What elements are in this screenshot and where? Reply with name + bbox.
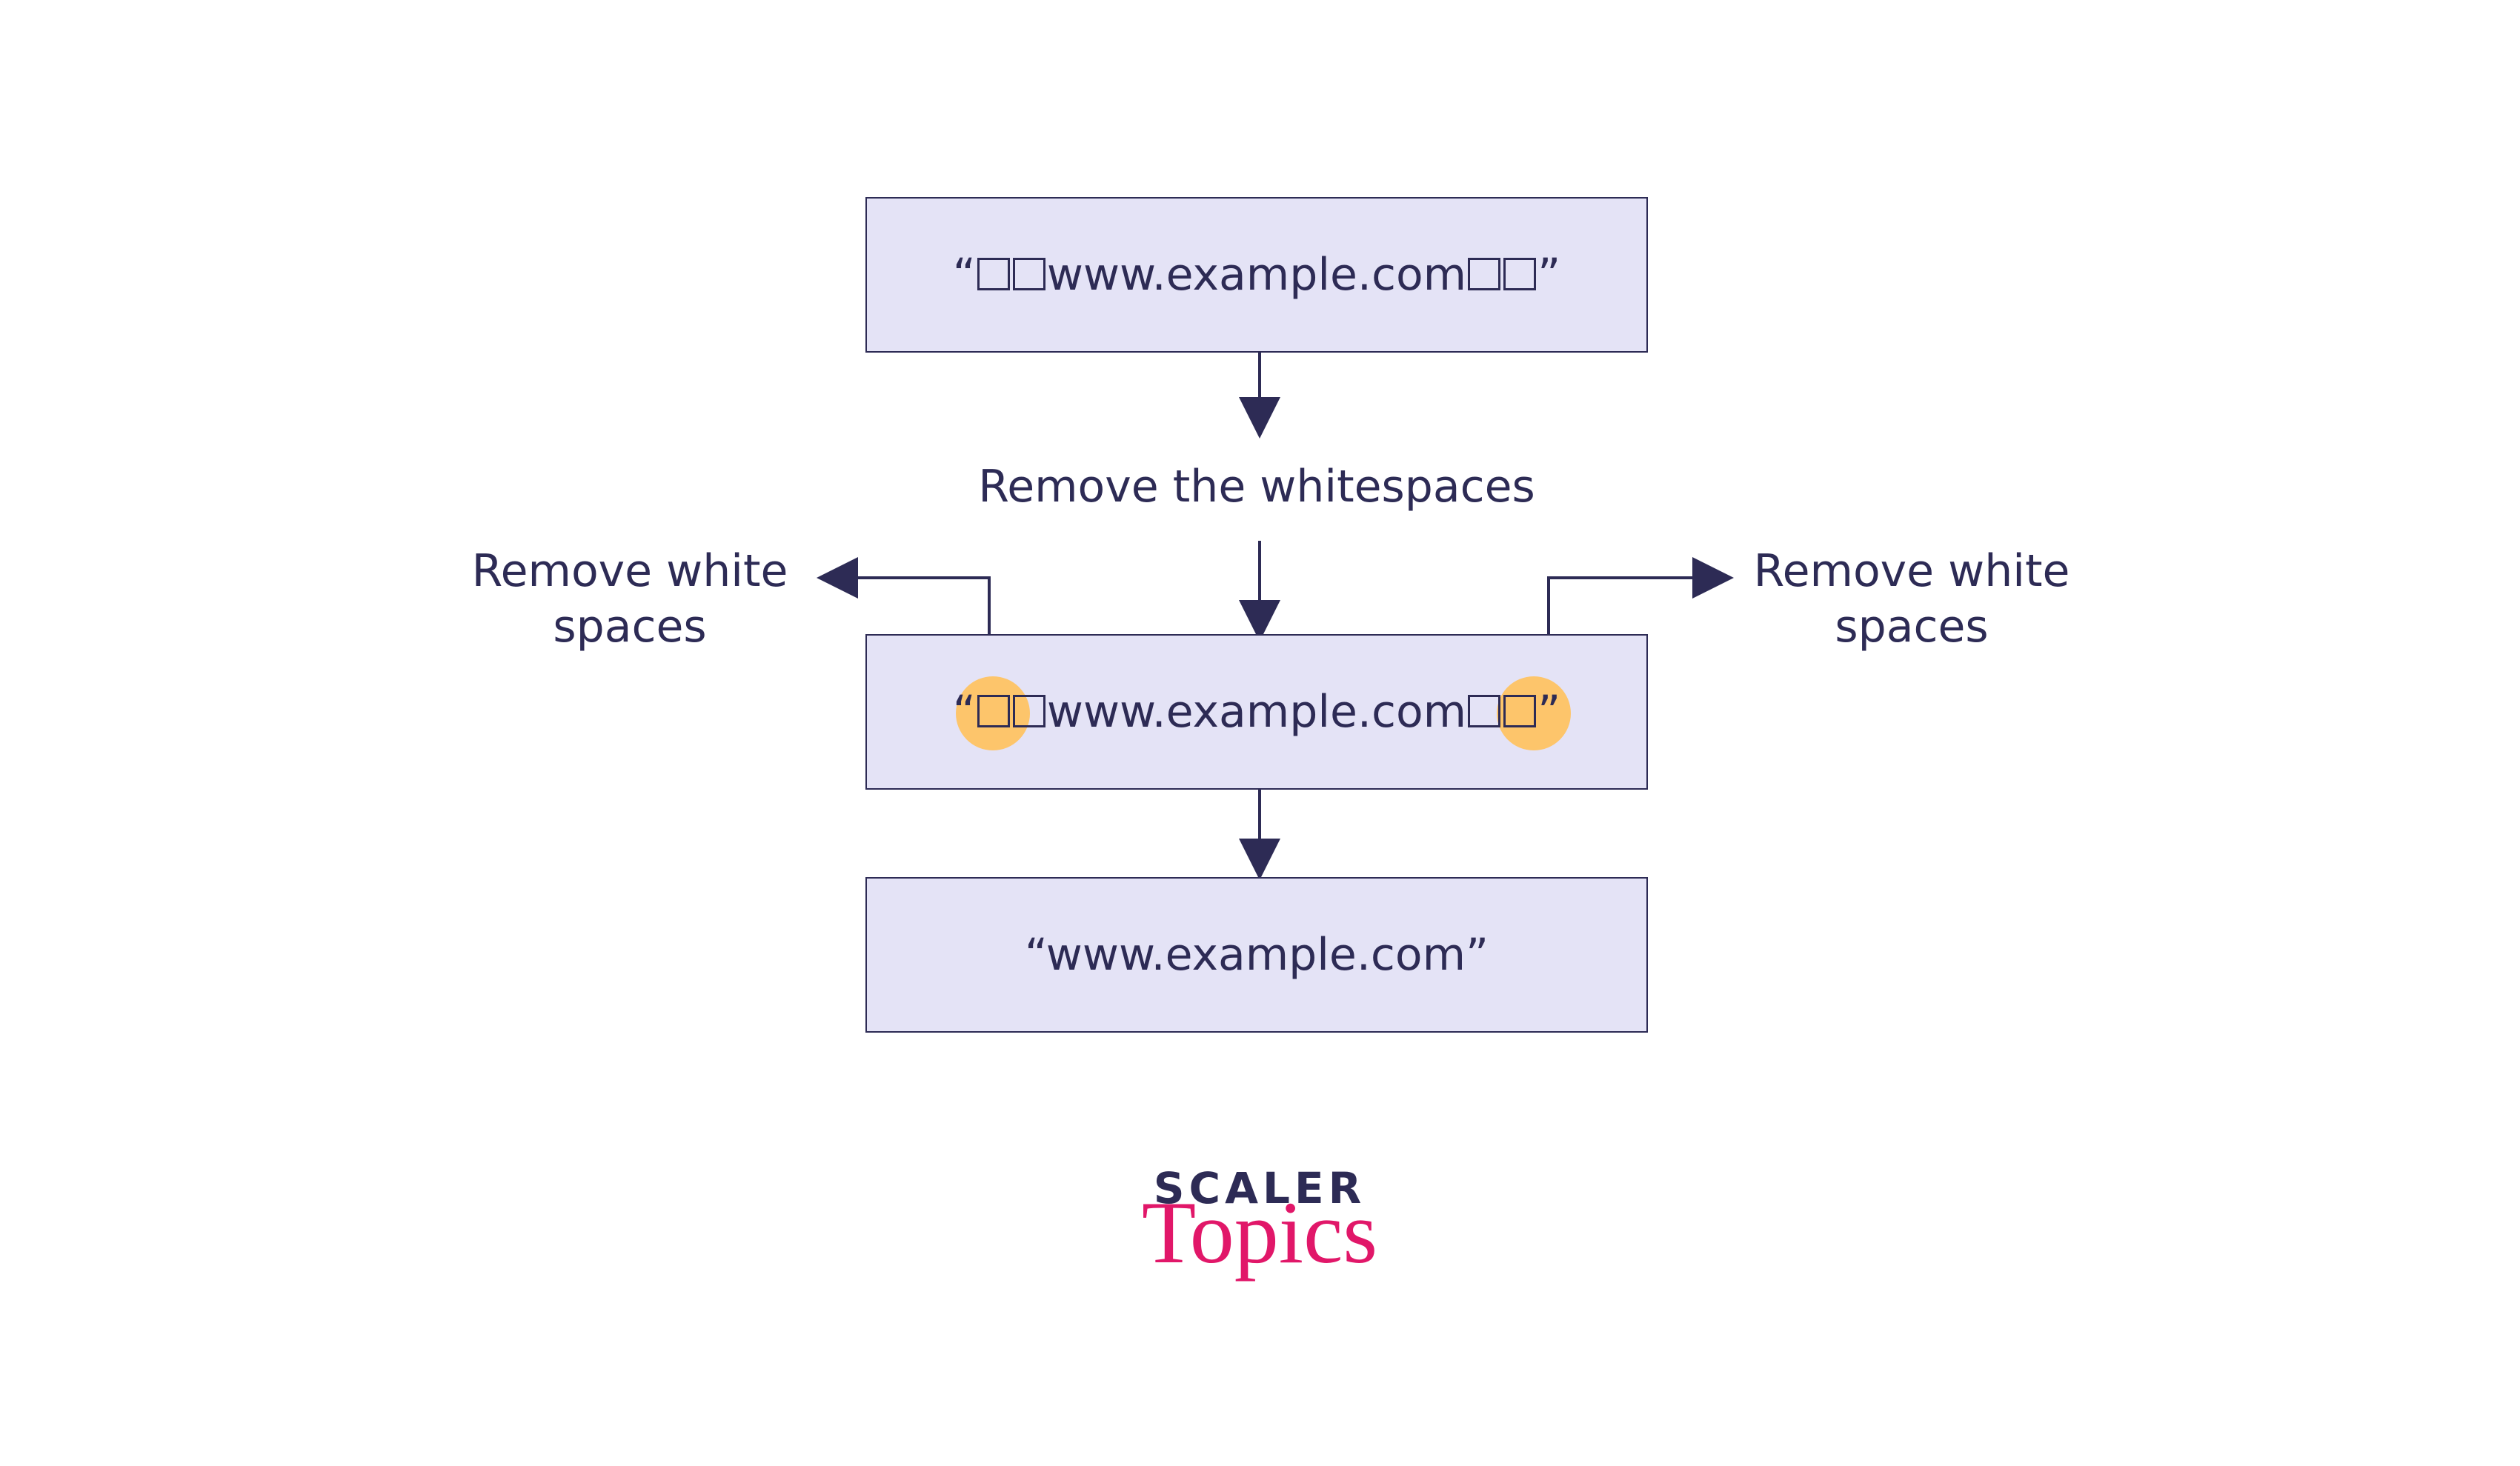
side-label-left: Remove white spaces bbox=[445, 544, 815, 655]
whitespace-icon bbox=[1468, 258, 1500, 290]
url-text: www.example.com bbox=[1047, 249, 1466, 301]
whitespace-icon bbox=[977, 258, 1010, 290]
whitespace-icon bbox=[1013, 258, 1045, 290]
whitespace-icon bbox=[1503, 258, 1536, 290]
logo-line2: Topics bbox=[1111, 1193, 1408, 1273]
brand-logo: SCALER Topics bbox=[1111, 1163, 1408, 1273]
step-label: Remove the whitespaces bbox=[865, 459, 1648, 515]
result-string-text: “www.example.com” bbox=[1025, 929, 1489, 981]
whitespace-icon bbox=[1503, 695, 1536, 727]
input-string-text: “www.example.com” bbox=[953, 249, 1560, 301]
side-label-right: Remove white spaces bbox=[1726, 544, 2097, 655]
whitespace-icon bbox=[977, 695, 1010, 727]
input-string-box: “www.example.com” bbox=[865, 197, 1648, 353]
trim-in-progress-box: “www.example.com” bbox=[865, 634, 1648, 790]
result-string-box: “www.example.com” bbox=[865, 877, 1648, 1033]
whitespace-icon bbox=[1013, 695, 1045, 727]
url-text: www.example.com bbox=[1047, 686, 1466, 738]
trim-string-text: “www.example.com” bbox=[953, 686, 1560, 738]
diagram-canvas: “www.example.com” Remove the whitespaces… bbox=[0, 0, 2520, 1466]
whitespace-icon bbox=[1468, 695, 1500, 727]
